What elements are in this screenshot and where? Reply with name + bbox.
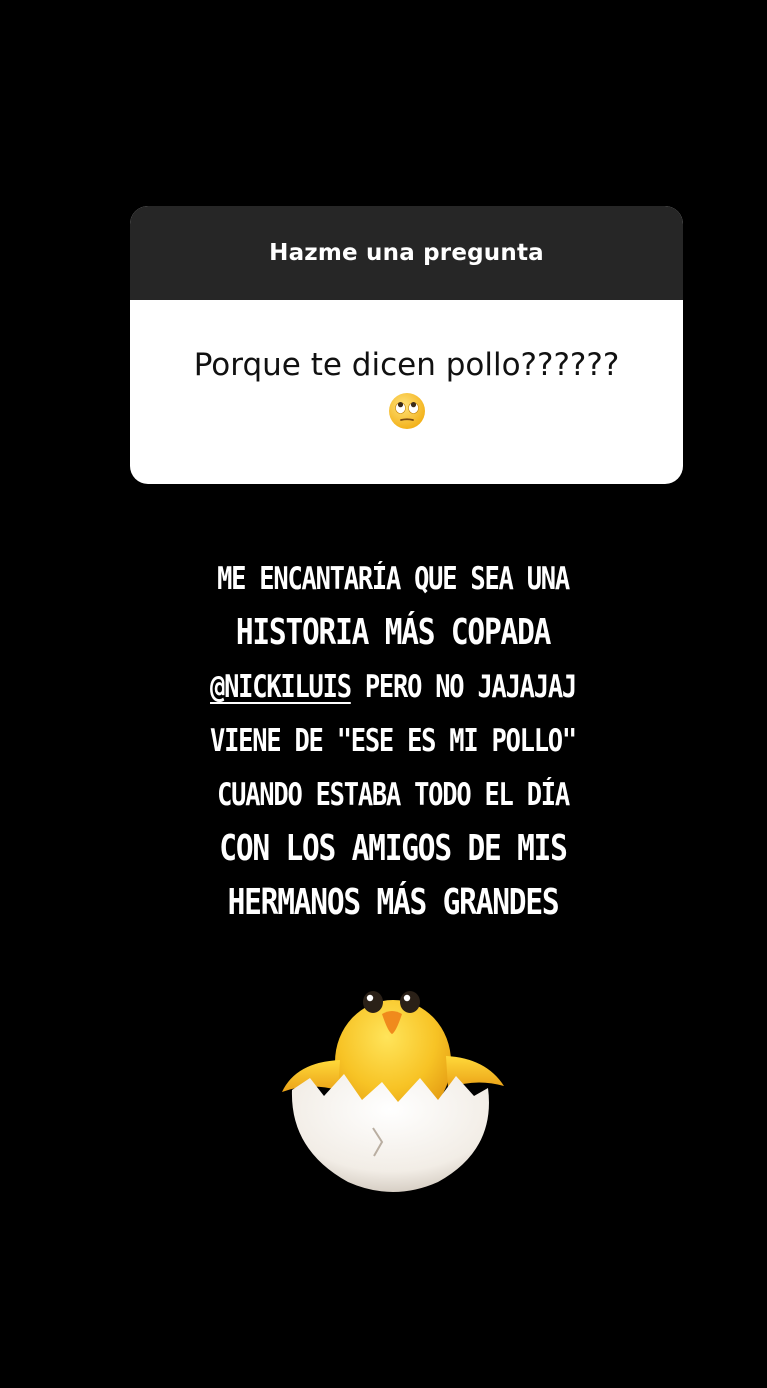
question-text: Porque te dicen pollo??????	[193, 347, 620, 383]
mention-link[interactable]: @NICKILUIS	[210, 669, 352, 705]
answer-line-4: VIENE DE "ESE ES MI POLLO"	[210, 723, 577, 759]
story-canvas: Hazme una pregunta Porque te dicen pollo…	[0, 0, 767, 1388]
question-sticker-body: Porque te dicen pollo??????	[130, 300, 683, 484]
question-sticker-header: Hazme una pregunta	[130, 206, 683, 300]
question-sticker[interactable]: Hazme una pregunta Porque te dicen pollo…	[130, 206, 683, 484]
face-with-rolling-eyes-icon	[388, 393, 425, 429]
answer-line-5: CUANDO ESTABA TODO EL DÍA	[217, 777, 570, 813]
answer-line-2: HISTORIA MÁS COPADA	[235, 612, 552, 653]
answer-text-block: ME ENCANTARÍA QUE SEA UNA HISTORIA MÁS C…	[150, 552, 636, 930]
answer-line-1: ME ENCANTARÍA QUE SEA UNA	[217, 561, 570, 597]
answer-line-7: HERMANOS MÁS GRANDES	[227, 882, 560, 923]
hatching-chick-icon	[282, 991, 504, 1192]
question-sticker-title: Hazme una pregunta	[269, 240, 544, 266]
answer-line-3-text: PERO NO JAJAJAJ	[364, 669, 577, 705]
answer-line-3: @NICKILUIS PERO NO JAJAJAJ	[194, 660, 593, 714]
answer-line-6: CON LOS AMIGOS DE MIS	[219, 828, 568, 869]
